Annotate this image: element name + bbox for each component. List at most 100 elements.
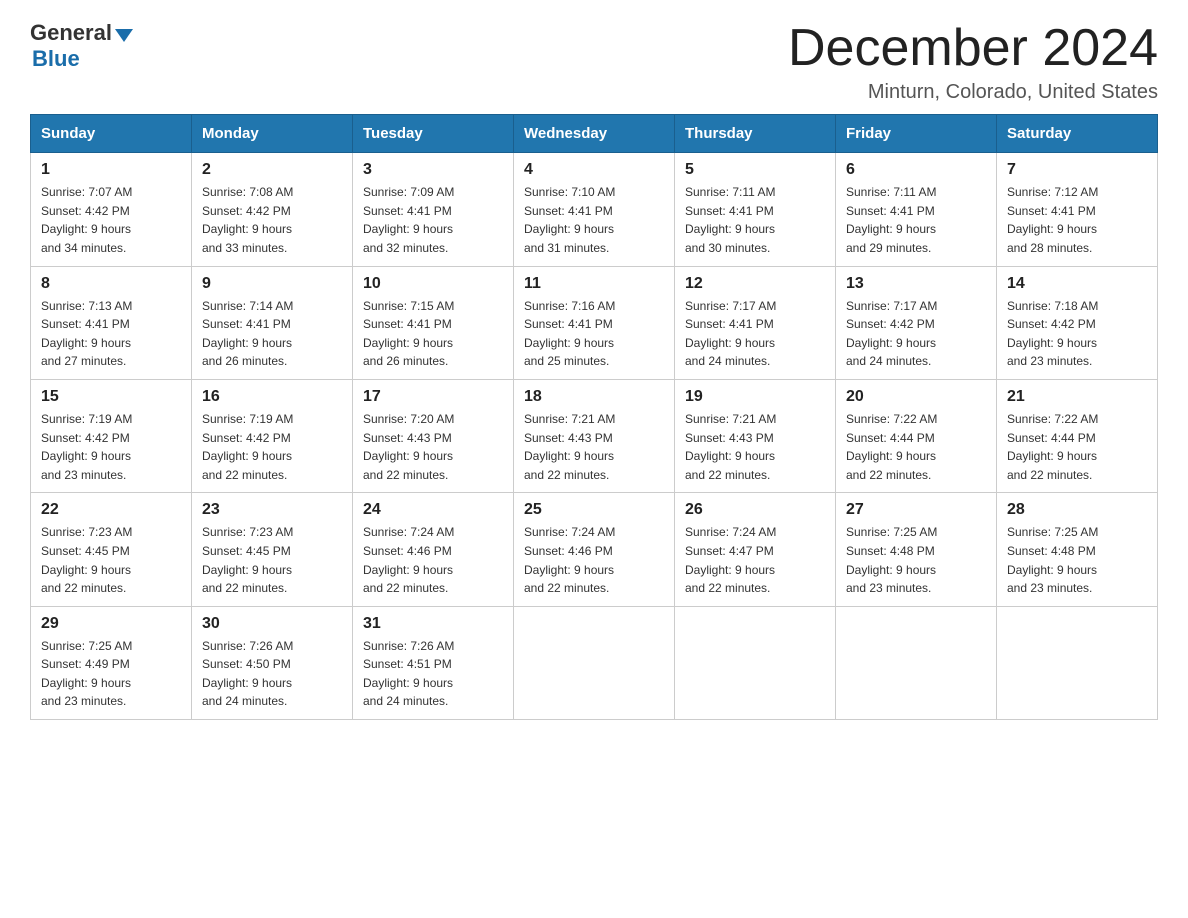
calendar-day-cell: 19 Sunrise: 7:21 AMSunset: 4:43 PMDaylig… bbox=[675, 379, 836, 492]
day-number: 27 bbox=[846, 501, 986, 519]
calendar-day-cell: 31 Sunrise: 7:26 AMSunset: 4:51 PMDaylig… bbox=[353, 606, 514, 719]
day-number: 16 bbox=[202, 388, 342, 406]
day-number: 22 bbox=[41, 501, 181, 519]
day-number: 21 bbox=[1007, 388, 1147, 406]
logo-general-text: General bbox=[30, 20, 112, 46]
col-friday: Friday bbox=[836, 115, 997, 153]
calendar-table: Sunday Monday Tuesday Wednesday Thursday… bbox=[30, 114, 1158, 720]
day-number: 13 bbox=[846, 275, 986, 293]
location-subtitle: Minturn, Colorado, United States bbox=[788, 81, 1158, 104]
calendar-day-cell: 25 Sunrise: 7:24 AMSunset: 4:46 PMDaylig… bbox=[514, 493, 675, 606]
day-info: Sunrise: 7:26 AMSunset: 4:51 PMDaylight:… bbox=[363, 637, 503, 711]
calendar-title-block: December 2024 Minturn, Colorado, United … bbox=[788, 20, 1158, 104]
day-info: Sunrise: 7:24 AMSunset: 4:46 PMDaylight:… bbox=[524, 523, 664, 597]
day-number: 23 bbox=[202, 501, 342, 519]
col-monday: Monday bbox=[192, 115, 353, 153]
day-info: Sunrise: 7:24 AMSunset: 4:47 PMDaylight:… bbox=[685, 523, 825, 597]
calendar-day-cell: 14 Sunrise: 7:18 AMSunset: 4:42 PMDaylig… bbox=[997, 266, 1158, 379]
day-number: 17 bbox=[363, 388, 503, 406]
calendar-week-row: 29 Sunrise: 7:25 AMSunset: 4:49 PMDaylig… bbox=[31, 606, 1158, 719]
calendar-week-row: 8 Sunrise: 7:13 AMSunset: 4:41 PMDayligh… bbox=[31, 266, 1158, 379]
day-info: Sunrise: 7:25 AMSunset: 4:48 PMDaylight:… bbox=[846, 523, 986, 597]
day-number: 19 bbox=[685, 388, 825, 406]
calendar-day-cell: 7 Sunrise: 7:12 AMSunset: 4:41 PMDayligh… bbox=[997, 153, 1158, 266]
col-sunday: Sunday bbox=[31, 115, 192, 153]
day-number: 4 bbox=[524, 161, 664, 179]
calendar-day-cell: 24 Sunrise: 7:24 AMSunset: 4:46 PMDaylig… bbox=[353, 493, 514, 606]
calendar-day-cell: 10 Sunrise: 7:15 AMSunset: 4:41 PMDaylig… bbox=[353, 266, 514, 379]
calendar-day-cell bbox=[514, 606, 675, 719]
logo-triangle-icon bbox=[115, 29, 133, 42]
day-info: Sunrise: 7:09 AMSunset: 4:41 PMDaylight:… bbox=[363, 183, 503, 257]
calendar-day-cell: 29 Sunrise: 7:25 AMSunset: 4:49 PMDaylig… bbox=[31, 606, 192, 719]
calendar-day-cell: 20 Sunrise: 7:22 AMSunset: 4:44 PMDaylig… bbox=[836, 379, 997, 492]
calendar-day-cell bbox=[997, 606, 1158, 719]
day-number: 6 bbox=[846, 161, 986, 179]
calendar-day-cell: 4 Sunrise: 7:10 AMSunset: 4:41 PMDayligh… bbox=[514, 153, 675, 266]
calendar-day-cell: 15 Sunrise: 7:19 AMSunset: 4:42 PMDaylig… bbox=[31, 379, 192, 492]
day-number: 24 bbox=[363, 501, 503, 519]
logo: General Blue bbox=[30, 20, 133, 72]
day-number: 20 bbox=[846, 388, 986, 406]
calendar-day-cell bbox=[675, 606, 836, 719]
day-info: Sunrise: 7:11 AMSunset: 4:41 PMDaylight:… bbox=[685, 183, 825, 257]
day-number: 15 bbox=[41, 388, 181, 406]
calendar-header: Sunday Monday Tuesday Wednesday Thursday… bbox=[31, 115, 1158, 153]
day-number: 2 bbox=[202, 161, 342, 179]
calendar-day-cell: 18 Sunrise: 7:21 AMSunset: 4:43 PMDaylig… bbox=[514, 379, 675, 492]
day-info: Sunrise: 7:23 AMSunset: 4:45 PMDaylight:… bbox=[41, 523, 181, 597]
logo-blue-text: Blue bbox=[32, 46, 80, 71]
day-info: Sunrise: 7:20 AMSunset: 4:43 PMDaylight:… bbox=[363, 410, 503, 484]
day-info: Sunrise: 7:25 AMSunset: 4:48 PMDaylight:… bbox=[1007, 523, 1147, 597]
calendar-day-cell: 8 Sunrise: 7:13 AMSunset: 4:41 PMDayligh… bbox=[31, 266, 192, 379]
day-number: 7 bbox=[1007, 161, 1147, 179]
day-info: Sunrise: 7:26 AMSunset: 4:50 PMDaylight:… bbox=[202, 637, 342, 711]
calendar-day-cell: 12 Sunrise: 7:17 AMSunset: 4:41 PMDaylig… bbox=[675, 266, 836, 379]
calendar-day-cell: 1 Sunrise: 7:07 AMSunset: 4:42 PMDayligh… bbox=[31, 153, 192, 266]
day-info: Sunrise: 7:25 AMSunset: 4:49 PMDaylight:… bbox=[41, 637, 181, 711]
calendar-day-cell bbox=[836, 606, 997, 719]
day-number: 11 bbox=[524, 275, 664, 293]
day-info: Sunrise: 7:22 AMSunset: 4:44 PMDaylight:… bbox=[846, 410, 986, 484]
calendar-body: 1 Sunrise: 7:07 AMSunset: 4:42 PMDayligh… bbox=[31, 153, 1158, 720]
calendar-day-cell: 16 Sunrise: 7:19 AMSunset: 4:42 PMDaylig… bbox=[192, 379, 353, 492]
day-number: 25 bbox=[524, 501, 664, 519]
day-number: 5 bbox=[685, 161, 825, 179]
days-of-week-row: Sunday Monday Tuesday Wednesday Thursday… bbox=[31, 115, 1158, 153]
day-info: Sunrise: 7:21 AMSunset: 4:43 PMDaylight:… bbox=[685, 410, 825, 484]
day-number: 14 bbox=[1007, 275, 1147, 293]
day-number: 30 bbox=[202, 615, 342, 633]
calendar-day-cell: 22 Sunrise: 7:23 AMSunset: 4:45 PMDaylig… bbox=[31, 493, 192, 606]
day-info: Sunrise: 7:22 AMSunset: 4:44 PMDaylight:… bbox=[1007, 410, 1147, 484]
calendar-week-row: 1 Sunrise: 7:07 AMSunset: 4:42 PMDayligh… bbox=[31, 153, 1158, 266]
col-saturday: Saturday bbox=[997, 115, 1158, 153]
day-info: Sunrise: 7:15 AMSunset: 4:41 PMDaylight:… bbox=[363, 297, 503, 371]
day-info: Sunrise: 7:07 AMSunset: 4:42 PMDaylight:… bbox=[41, 183, 181, 257]
col-tuesday: Tuesday bbox=[353, 115, 514, 153]
day-number: 9 bbox=[202, 275, 342, 293]
day-info: Sunrise: 7:19 AMSunset: 4:42 PMDaylight:… bbox=[41, 410, 181, 484]
calendar-day-cell: 13 Sunrise: 7:17 AMSunset: 4:42 PMDaylig… bbox=[836, 266, 997, 379]
col-wednesday: Wednesday bbox=[514, 115, 675, 153]
calendar-day-cell: 3 Sunrise: 7:09 AMSunset: 4:41 PMDayligh… bbox=[353, 153, 514, 266]
day-number: 3 bbox=[363, 161, 503, 179]
calendar-day-cell: 21 Sunrise: 7:22 AMSunset: 4:44 PMDaylig… bbox=[997, 379, 1158, 492]
calendar-day-cell: 11 Sunrise: 7:16 AMSunset: 4:41 PMDaylig… bbox=[514, 266, 675, 379]
day-info: Sunrise: 7:08 AMSunset: 4:42 PMDaylight:… bbox=[202, 183, 342, 257]
day-info: Sunrise: 7:19 AMSunset: 4:42 PMDaylight:… bbox=[202, 410, 342, 484]
calendar-day-cell: 28 Sunrise: 7:25 AMSunset: 4:48 PMDaylig… bbox=[997, 493, 1158, 606]
col-thursday: Thursday bbox=[675, 115, 836, 153]
day-info: Sunrise: 7:11 AMSunset: 4:41 PMDaylight:… bbox=[846, 183, 986, 257]
day-info: Sunrise: 7:18 AMSunset: 4:42 PMDaylight:… bbox=[1007, 297, 1147, 371]
day-info: Sunrise: 7:24 AMSunset: 4:46 PMDaylight:… bbox=[363, 523, 503, 597]
calendar-day-cell: 26 Sunrise: 7:24 AMSunset: 4:47 PMDaylig… bbox=[675, 493, 836, 606]
month-year-title: December 2024 bbox=[788, 20, 1158, 77]
calendar-day-cell: 6 Sunrise: 7:11 AMSunset: 4:41 PMDayligh… bbox=[836, 153, 997, 266]
day-number: 10 bbox=[363, 275, 503, 293]
calendar-day-cell: 5 Sunrise: 7:11 AMSunset: 4:41 PMDayligh… bbox=[675, 153, 836, 266]
day-info: Sunrise: 7:10 AMSunset: 4:41 PMDaylight:… bbox=[524, 183, 664, 257]
calendar-day-cell: 30 Sunrise: 7:26 AMSunset: 4:50 PMDaylig… bbox=[192, 606, 353, 719]
calendar-week-row: 22 Sunrise: 7:23 AMSunset: 4:45 PMDaylig… bbox=[31, 493, 1158, 606]
day-number: 29 bbox=[41, 615, 181, 633]
calendar-day-cell: 27 Sunrise: 7:25 AMSunset: 4:48 PMDaylig… bbox=[836, 493, 997, 606]
